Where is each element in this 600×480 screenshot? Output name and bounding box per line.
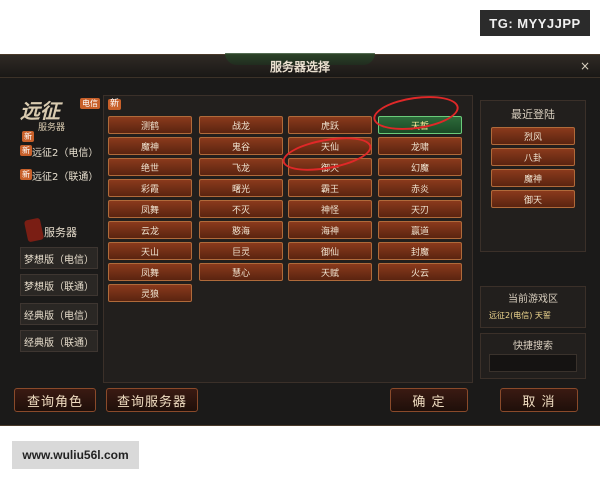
quick-search-panel: 快捷搜索 [480, 333, 586, 379]
current-zone-title: 当前游戏区 [508, 294, 558, 305]
server-section-title: 服务器 [44, 226, 77, 239]
title-bar: 服务器选择 × [0, 53, 600, 78]
server-button[interactable]: 天仙 [288, 137, 372, 155]
server-button[interactable]: 天誓 [378, 116, 462, 134]
server-button[interactable]: 御仙 [288, 242, 372, 260]
current-zone-value: 远征2(电信) 天誓 [489, 311, 551, 320]
quick-search-title: 快捷搜索 [513, 341, 553, 352]
server-button[interactable]: 海神 [288, 221, 372, 239]
server-version-item[interactable]: 梦想版（联通） [20, 274, 98, 296]
server-version-item[interactable]: 经典版（联通） [20, 330, 98, 352]
server-version-item[interactable]: 经典版（电信） [20, 303, 98, 325]
left-server-label: 远征2（电信） [32, 148, 99, 159]
server-button[interactable]: 测鹤 [108, 116, 192, 134]
recent-server-button[interactable]: 八卦 [491, 148, 575, 166]
server-button[interactable]: 霸王 [288, 179, 372, 197]
cancel-button[interactable]: 取 消 [500, 388, 578, 412]
server-grid-panel: 新 测鹤 战龙 虎跃 天誓 魔神 鬼谷 天仙 龙啸 绝世 飞龙 御天 幻魔 彩霞 曙光 霸王 赤炎 凤舞 不灭 神怪… [103, 95, 473, 383]
logo-subtitle: 服务器 [38, 123, 66, 133]
recent-server-button[interactable]: 魔神 [491, 169, 575, 187]
server-button[interactable]: 慧心 [199, 263, 283, 281]
server-button[interactable]: 曙光 [199, 179, 283, 197]
server-button[interactable]: 封魔 [378, 242, 462, 260]
window-title: 服务器选择 [269, 60, 330, 74]
recent-login-panel: 最近登陆 烈风 八卦 魔神 御天 [480, 100, 586, 252]
logo-badge: 电信 [80, 98, 100, 109]
close-icon[interactable]: × [578, 59, 592, 73]
server-button[interactable]: 赤炎 [378, 179, 462, 197]
server-button[interactable]: 御天 [288, 158, 372, 176]
server-button[interactable]: 赢道 [378, 221, 462, 239]
server-button[interactable]: 彩霞 [108, 179, 192, 197]
server-button[interactable]: 虎跃 [288, 116, 372, 134]
server-button[interactable]: 凤舞 [108, 200, 192, 218]
server-button[interactable]: 神怪 [288, 200, 372, 218]
quick-search-input[interactable] [489, 354, 577, 372]
current-zone-panel: 当前游戏区 远征2(电信) 天誓 [480, 286, 586, 328]
server-button[interactable]: 绝世 [108, 158, 192, 176]
server-button[interactable]: 龙啸 [378, 137, 462, 155]
server-button[interactable]: 鬼谷 [199, 137, 283, 155]
server-button[interactable]: 战龙 [199, 116, 283, 134]
watermark-bottom: www.wuliu56l.com [12, 441, 139, 469]
new-badge: 新 [20, 145, 32, 156]
left-server-item[interactable]: 新 远征2（联通） [20, 165, 102, 183]
server-button[interactable]: 灵狼 [108, 284, 192, 302]
server-button[interactable]: 云龙 [108, 221, 192, 239]
server-button[interactable]: 天赋 [288, 263, 372, 281]
server-button[interactable]: 巨灵 [199, 242, 283, 260]
server-button[interactable]: 憨海 [199, 221, 283, 239]
recent-server-button[interactable]: 烈风 [491, 127, 575, 145]
recent-login-title: 最近登陆 [511, 108, 555, 121]
left-top-panel: 远征 电信 服务器 新 新 远征2（电信） 新 远征2（联通） [12, 85, 102, 243]
new-badge: 新 [20, 169, 32, 180]
server-button[interactable]: 幻魔 [378, 158, 462, 176]
server-version-item[interactable]: 梦想版（电信） [20, 247, 98, 269]
server-button[interactable]: 火云 [378, 263, 462, 281]
server-button[interactable]: 不灭 [199, 200, 283, 218]
recent-server-button[interactable]: 御天 [491, 190, 575, 208]
query-server-button[interactable]: 查询服务器 [106, 388, 198, 412]
server-grid: 测鹤 战龙 虎跃 天誓 魔神 鬼谷 天仙 龙啸 绝世 飞龙 御天 幻魔 彩霞 曙光 霸王 赤炎 凤舞 不灭 神怪 天刃… [104, 96, 472, 382]
server-select-window: 服务器选择 × 远征 电信 服务器 新 新 远征2（电信） 新 远征2（联通） … [0, 53, 600, 426]
left-server-item[interactable]: 新 远征2（电信） [20, 141, 102, 159]
server-button[interactable]: 飞龙 [199, 158, 283, 176]
server-button[interactable]: 天刃 [378, 200, 462, 218]
confirm-button[interactable]: 确 定 [390, 388, 468, 412]
left-server-label: 远征2（联通） [32, 172, 99, 183]
server-button[interactable]: 魔神 [108, 137, 192, 155]
server-button[interactable]: 天山 [108, 242, 192, 260]
server-button[interactable]: 凤舞 [108, 263, 192, 281]
query-role-button[interactable]: 查询角色 [14, 388, 96, 412]
watermark-top: TG: MYYJJPP [480, 10, 590, 36]
